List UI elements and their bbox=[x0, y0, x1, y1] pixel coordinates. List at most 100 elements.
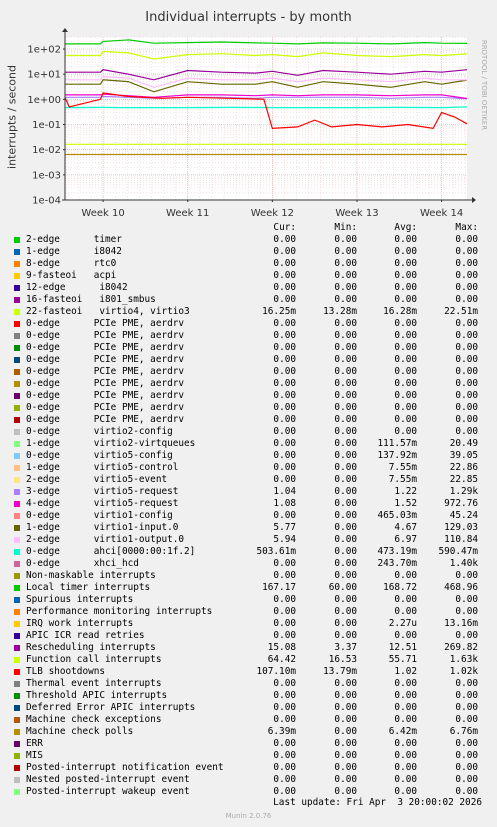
column-header-avg: Avg: bbox=[394, 222, 417, 233]
legend-swatch bbox=[14, 249, 20, 255]
legend-row: 0-edge PCIe PME, aerdrv 0.00 0.00 0.00 0.00 bbox=[0, 366, 497, 378]
legend-swatch bbox=[14, 537, 20, 543]
legend-label: 0-edge ahci[0000:00:1f.2] bbox=[26, 546, 196, 557]
legend-swatch bbox=[14, 753, 20, 759]
legend-row: Machine check exceptions 0.00 0.00 0.00 0.00 bbox=[0, 714, 497, 726]
legend-value-cur: 0.00 bbox=[273, 678, 296, 689]
legend-value-avg: 0.00 bbox=[394, 714, 417, 725]
legend-value-avg: 0.00 bbox=[394, 762, 417, 773]
legend-swatch bbox=[14, 237, 20, 243]
legend-value-min: 0.00 bbox=[334, 522, 357, 533]
legend-value-max: 39.05 bbox=[449, 450, 478, 461]
legend-label: Machine check exceptions bbox=[26, 714, 162, 725]
legend-label: 16-fasteoi i801_smbus bbox=[26, 294, 156, 305]
legend-row: Thermal event interrupts 0.00 0.00 0.00 0.00 bbox=[0, 678, 497, 690]
legend-label: Non-maskable interrupts bbox=[26, 570, 156, 581]
legend-label: Deferred Error APIC interrupts bbox=[26, 702, 196, 713]
legend-value-max: 0.00 bbox=[455, 714, 478, 725]
legend-swatch bbox=[14, 261, 20, 267]
legend-value-cur: 0.00 bbox=[273, 618, 296, 629]
legend-row: MIS 0.00 0.00 0.00 0.00 bbox=[0, 750, 497, 762]
legend-label: 0-edge PCIe PME, aerdrv bbox=[26, 402, 185, 413]
legend-label: 1-edge virtio2-virtqueues bbox=[26, 438, 196, 449]
legend-value-cur: 0.00 bbox=[273, 438, 296, 449]
legend-label: MIS bbox=[26, 750, 43, 761]
legend-value-cur: 0.00 bbox=[273, 294, 296, 305]
legend-value-cur: 0.00 bbox=[273, 354, 296, 365]
legend-value-max: 22.85 bbox=[449, 474, 478, 485]
legend-value-cur: 0.00 bbox=[273, 750, 296, 761]
legend-swatch bbox=[14, 789, 20, 795]
legend-value-cur: 0.00 bbox=[273, 366, 296, 377]
legend-value-min: 0.00 bbox=[334, 282, 357, 293]
legend-value-max: 129.03 bbox=[444, 522, 478, 533]
legend-value-avg: 7.55m bbox=[388, 474, 417, 485]
column-header-min: Min: bbox=[334, 222, 357, 233]
legend-value-min: 0.00 bbox=[334, 750, 357, 761]
legend: 2-edge timer 0.00 0.00 0.00 0.00 1-edge i8042… bbox=[0, 234, 497, 798]
legend-row: 0-edge PCIe PME, aerdrv 0.00 0.00 0.00 0.00 bbox=[0, 378, 497, 390]
legend-row: Local timer interrupts 167.17 60.00 168.72 4… bbox=[0, 582, 497, 594]
legend-value-min: 0.00 bbox=[334, 618, 357, 629]
legend-row: 3-edge virtio5-request 1.04 0.00 1.22 1.29k bbox=[0, 486, 497, 498]
legend-value-cur: 1.04 bbox=[273, 486, 296, 497]
legend-label: 9-fasteoi acpi bbox=[26, 270, 117, 281]
legend-value-cur: 64.42 bbox=[267, 654, 296, 665]
legend-swatch bbox=[14, 525, 20, 531]
legend-swatch bbox=[14, 585, 20, 591]
legend-value-min: 0.00 bbox=[334, 570, 357, 581]
legend-swatch bbox=[14, 609, 20, 615]
legend-row: Rescheduling interrupts 15.08 3.37 12.51 269… bbox=[0, 642, 497, 654]
legend-value-max: 0.00 bbox=[455, 426, 478, 437]
legend-row: 1-edge i8042 0.00 0.00 0.00 0.00 bbox=[0, 246, 497, 258]
legend-label: 1-edge virtio5-control bbox=[26, 462, 179, 473]
legend-value-avg: 6.42m bbox=[388, 726, 417, 737]
legend-row: 0-edge virtio5-config 0.00 0.00 137.92m 39.0… bbox=[0, 450, 497, 462]
legend-value-cur: 0.00 bbox=[273, 282, 296, 293]
legend-row: APIC ICR read retries 0.00 0.00 0.00 0.00 bbox=[0, 630, 497, 642]
legend-row: Threshold APIC interrupts 0.00 0.00 0.00 0.0… bbox=[0, 690, 497, 702]
legend-value-cur: 16.25m bbox=[262, 306, 296, 317]
legend-value-cur: 0.00 bbox=[273, 630, 296, 641]
legend-label: 1-edge virtio1-input.0 bbox=[26, 522, 179, 533]
legend-value-avg: 0.00 bbox=[394, 342, 417, 353]
legend-label: 2-edge timer bbox=[26, 234, 122, 245]
legend-value-avg: 0.00 bbox=[394, 282, 417, 293]
legend-row: Performance monitoring interrupts 0.00 0.0… bbox=[0, 606, 497, 618]
legend-value-avg: 0.00 bbox=[394, 786, 417, 797]
legend-value-cur: 5.94 bbox=[273, 534, 296, 545]
legend-value-max: 0.00 bbox=[455, 690, 478, 701]
x-tick-label: Week 12 bbox=[251, 208, 294, 219]
legend-swatch bbox=[14, 777, 20, 783]
legend-value-max: 0.00 bbox=[455, 234, 478, 245]
legend-value-cur: 503.61m bbox=[256, 546, 296, 557]
legend-value-min: 0.00 bbox=[334, 762, 357, 773]
legend-value-avg: 0.00 bbox=[394, 258, 417, 269]
legend-swatch bbox=[14, 477, 20, 483]
legend-value-avg: 243.70m bbox=[377, 558, 417, 569]
legend-value-min: 0.00 bbox=[334, 738, 357, 749]
legend-value-min: 0.00 bbox=[334, 390, 357, 401]
legend-swatch bbox=[14, 369, 20, 375]
legend-value-max: 0.00 bbox=[455, 414, 478, 425]
legend-label: 2-edge virtio5-event bbox=[26, 474, 168, 485]
legend-row: Nested posted-interrupt event 0.00 0.00 0.0… bbox=[0, 774, 497, 786]
legend-value-avg: 0.00 bbox=[394, 354, 417, 365]
legend-value-avg: 0.00 bbox=[394, 414, 417, 425]
legend-value-avg: 465.03m bbox=[377, 510, 417, 521]
legend-value-cur: 0.00 bbox=[273, 510, 296, 521]
legend-value-avg: 0.00 bbox=[394, 366, 417, 377]
legend-row: 16-fasteoi i801_smbus 0.00 0.00 0.00 0.00 bbox=[0, 294, 497, 306]
legend-label: Spurious interrupts bbox=[26, 594, 134, 605]
legend-value-cur: 0.00 bbox=[273, 570, 296, 581]
legend-value-min: 0.00 bbox=[334, 426, 357, 437]
legend-value-cur: 0.00 bbox=[273, 474, 296, 485]
legend-value-min: 60.00 bbox=[328, 582, 357, 593]
legend-value-cur: 0.00 bbox=[273, 690, 296, 701]
legend-label: Performance monitoring interrupts bbox=[26, 606, 213, 617]
legend-value-max: 0.00 bbox=[455, 342, 478, 353]
legend-value-cur: 0.00 bbox=[273, 762, 296, 773]
legend-swatch bbox=[14, 597, 20, 603]
y-axis-arrow bbox=[62, 28, 68, 32]
legend-swatch bbox=[14, 297, 20, 303]
